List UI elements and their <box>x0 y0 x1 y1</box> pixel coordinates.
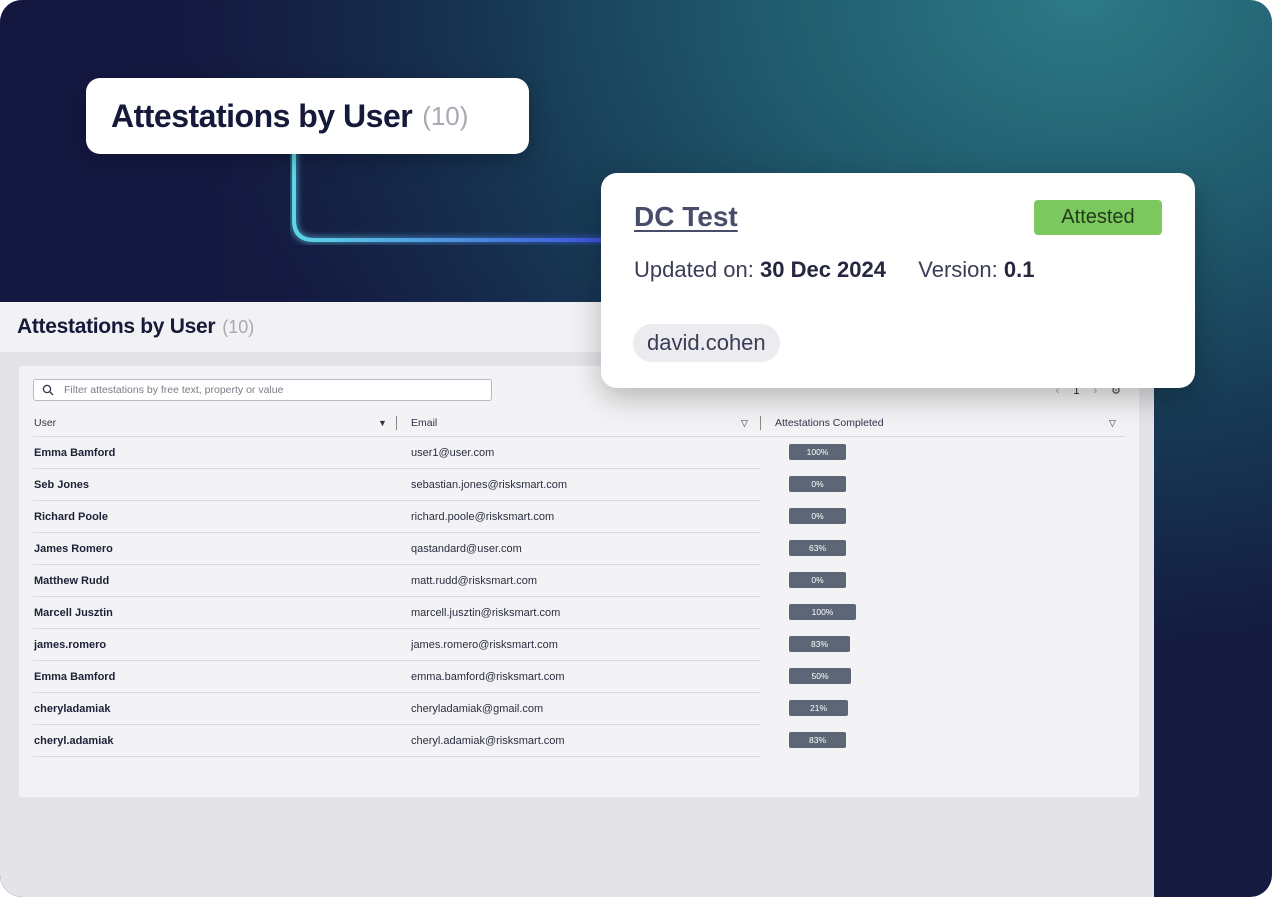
completion-badge: 83% <box>789 636 850 652</box>
user-cell: Matthew Rudd <box>34 574 110 587</box>
attestation-popup-card: DC Test Attested Updated on: 30 Dec 2024… <box>601 173 1195 388</box>
email-cell: emma.bamford@risksmart.com <box>411 670 565 683</box>
email-cell: marcell.jusztin@risksmart.com <box>411 606 561 619</box>
table-row[interactable]: james.romero james.romero@risksmart.com … <box>33 629 850 661</box>
column-label-user: User <box>34 417 57 429</box>
version-label: Version: <box>918 257 998 282</box>
search-icon <box>42 384 54 396</box>
completion-badge: 100% <box>789 444 846 460</box>
updated-label: Updated on: <box>634 257 754 282</box>
app-panel: Attestations by User (10) ‹ 1 › ⚙ User <box>0 302 1154 897</box>
attestation-name-link[interactable]: DC Test <box>634 201 738 233</box>
page-count: (10) <box>222 316 255 337</box>
column-header-completed[interactable]: Attestations Completed ▽ <box>775 410 1125 436</box>
completion-badge: 63% <box>789 540 846 556</box>
user-cell: Emma Bamford <box>34 670 116 683</box>
table-body: Emma Bamford user1@user.com 100% Seb Jon… <box>33 437 856 757</box>
attestation-meta: Updated on: 30 Dec 2024 Version: 0.1 <box>634 257 1034 283</box>
user-cell: cheryladamiak <box>34 702 111 715</box>
version-value: 0.1 <box>1003 257 1035 282</box>
search-box[interactable] <box>33 379 492 401</box>
column-divider[interactable] <box>760 416 761 430</box>
user-cell: cheryl.adamiak <box>34 734 114 747</box>
completion-badge: 50% <box>789 668 851 684</box>
table-row[interactable]: James Romero qastandard@user.com 63% <box>33 533 846 565</box>
updated-value: 30 Dec 2024 <box>760 257 886 282</box>
email-cell: richard.poole@risksmart.com <box>411 510 555 523</box>
column-label-completed: Attestations Completed <box>775 417 884 429</box>
column-divider[interactable] <box>396 416 397 430</box>
table-row[interactable]: Marcell Jusztin marcell.jusztin@risksmar… <box>33 597 856 629</box>
completion-badge: 0% <box>789 508 846 524</box>
table-card: ‹ 1 › ⚙ User ▼ Email ▽ Attestations Comp… <box>18 365 1140 798</box>
overlay-count: (10) <box>422 100 469 131</box>
table-row[interactable]: cheryladamiak cheryladamiak@gmail.com 21… <box>33 693 848 725</box>
stage: Attestations by User (10) Attestations b… <box>0 0 1272 897</box>
email-cell: cheryladamiak@gmail.com <box>411 702 544 715</box>
email-cell: matt.rudd@risksmart.com <box>411 574 538 587</box>
email-cell: james.romero@risksmart.com <box>411 638 558 651</box>
user-cell: Emma Bamford <box>34 446 116 459</box>
search-input[interactable] <box>62 383 486 397</box>
user-cell: james.romero <box>34 638 107 651</box>
table-row[interactable]: Richard Poole richard.poole@risksmart.co… <box>33 501 846 533</box>
connector-line <box>290 150 620 244</box>
sort-outline-icon[interactable]: ▽ <box>1109 418 1116 429</box>
user-cell: Seb Jones <box>34 478 90 491</box>
overlay-title: Attestations by User <box>111 97 413 134</box>
user-cell: Marcell Jusztin <box>34 606 113 619</box>
table-row[interactable]: Seb Jones sebastian.jones@risksmart.com … <box>33 469 846 501</box>
page-title: Attestations by User <box>17 315 216 338</box>
column-header-user[interactable]: User ▼ <box>34 410 397 436</box>
email-cell: qastandard@user.com <box>411 542 522 555</box>
completion-badge: 0% <box>789 476 846 492</box>
column-header-email[interactable]: Email ▽ <box>411 410 761 436</box>
table-row[interactable]: Emma Bamford user1@user.com 100% <box>33 437 846 469</box>
sort-outline-icon[interactable]: ▽ <box>741 418 748 429</box>
table-row[interactable]: Emma Bamford emma.bamford@risksmart.com … <box>33 661 851 693</box>
completion-badge: 100% <box>789 604 856 620</box>
overlay-title-card: Attestations by User (10) <box>86 78 529 154</box>
table-row[interactable]: cheryl.adamiak cheryl.adamiak@risksmart.… <box>33 725 846 757</box>
user-chip: david.cohen <box>633 324 780 362</box>
email-cell: sebastian.jones@risksmart.com <box>411 478 568 491</box>
user-cell: Richard Poole <box>34 510 108 523</box>
email-cell: cheryl.adamiak@risksmart.com <box>411 734 565 747</box>
sort-filled-icon[interactable]: ▼ <box>378 418 387 428</box>
completion-badge: 0% <box>789 572 846 588</box>
email-cell: user1@user.com <box>411 446 495 459</box>
column-label-email: Email <box>411 417 438 429</box>
table-row[interactable]: Matthew Rudd matt.rudd@risksmart.com 0% <box>33 565 846 597</box>
status-badge: Attested <box>1034 200 1162 235</box>
completion-badge: 21% <box>789 700 848 716</box>
user-cell: James Romero <box>34 542 113 555</box>
table-header: User ▼ Email ▽ Attestations Completed ▽ <box>33 410 1125 437</box>
completion-badge: 83% <box>789 732 846 748</box>
